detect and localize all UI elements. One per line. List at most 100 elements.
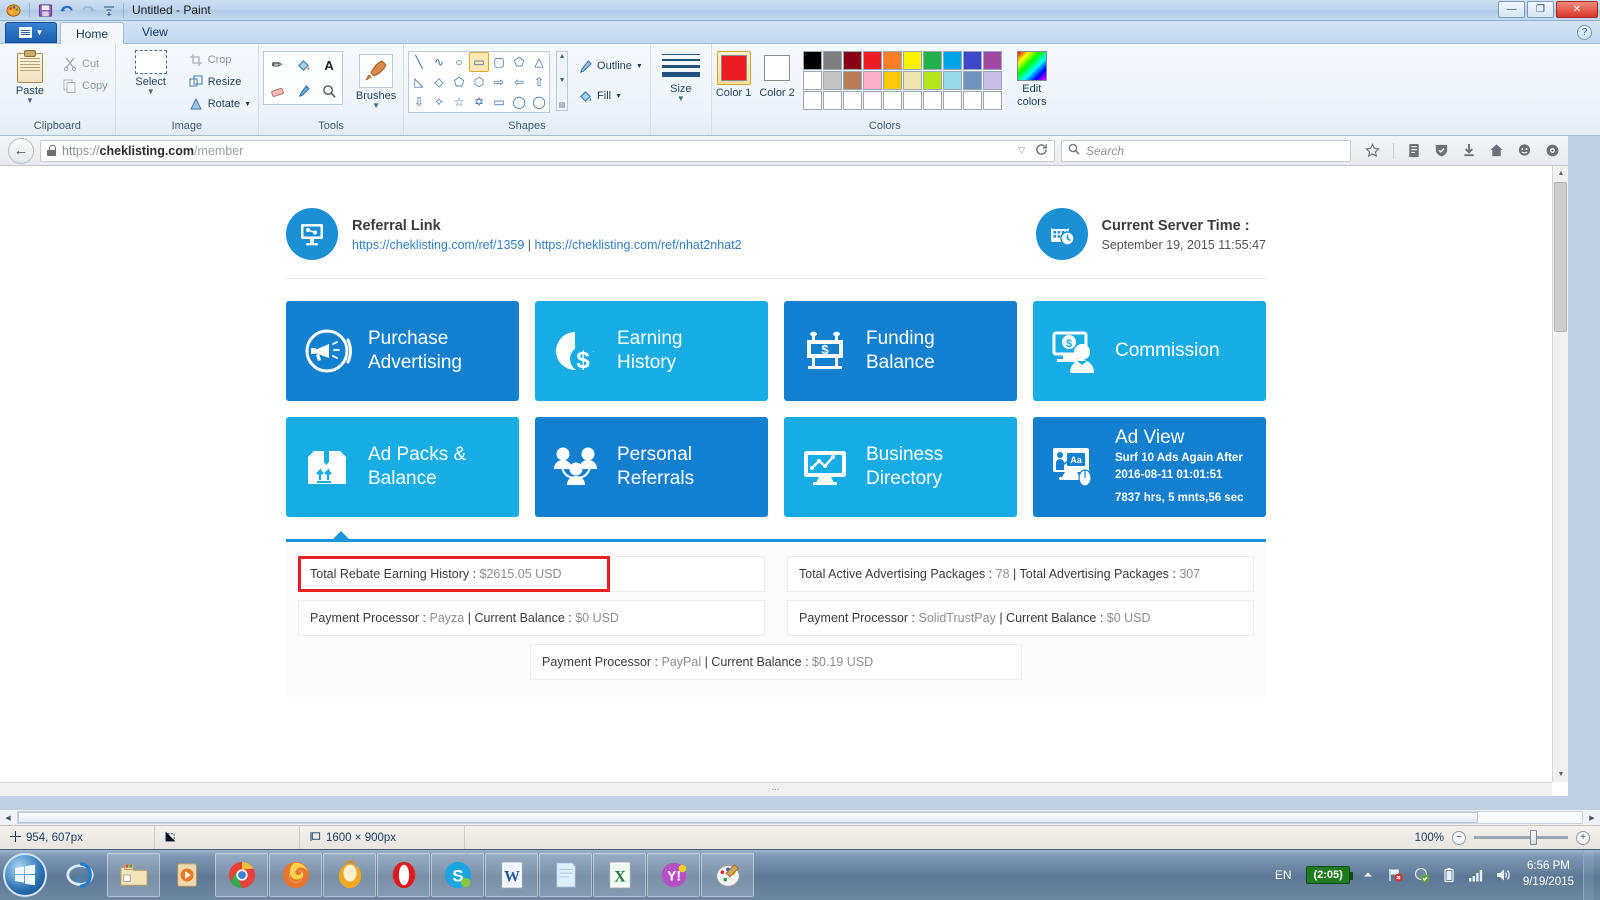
- tile-ad-view[interactable]: Aa Ad View: [1033, 417, 1266, 517]
- download-icon[interactable]: [1462, 143, 1476, 158]
- referral-link-2[interactable]: https://cheklisting.com/ref/nhat2nhat2: [535, 238, 742, 252]
- taskbar-yahoo-messenger-icon[interactable]: Y!: [647, 853, 700, 897]
- tile-purchase-advertising[interactable]: Purchase Advertising: [286, 301, 519, 401]
- palette-swatch[interactable]: [983, 91, 1002, 110]
- magnifier-icon[interactable]: [316, 78, 342, 104]
- shape-cloud-callout-icon[interactable]: ◯: [529, 92, 549, 112]
- save-icon[interactable]: [37, 2, 54, 18]
- chat-icon[interactable]: [1517, 143, 1532, 158]
- palette-swatch[interactable]: [943, 51, 962, 70]
- minimize-button[interactable]: —: [1498, 1, 1525, 18]
- customize-qat-icon[interactable]: [100, 2, 117, 18]
- tile-ad-packs-balance[interactable]: Ad Packs & Balance: [286, 417, 519, 517]
- battery-time-badge[interactable]: (2:05): [1306, 866, 1349, 884]
- taskbar-paint-icon[interactable]: [701, 853, 754, 897]
- shape-rounded-rect-icon[interactable]: ▢: [489, 52, 509, 72]
- back-button[interactable]: ←: [8, 138, 34, 164]
- canvas-horizontal-scrollbar[interactable]: ◀ ▶: [0, 809, 1600, 825]
- close-button[interactable]: ✕: [1556, 1, 1598, 18]
- taskbar-firefox-icon[interactable]: [269, 853, 322, 897]
- size-button[interactable]: Size ▼: [655, 47, 707, 102]
- shape-rectangle-icon[interactable]: ▭: [469, 52, 489, 72]
- zoom-slider-thumb[interactable]: [1530, 830, 1537, 845]
- vertical-scroll-thumb[interactable]: [1554, 182, 1567, 332]
- palette-swatch[interactable]: [863, 91, 882, 110]
- palette-swatch[interactable]: [883, 51, 902, 70]
- brushes-button[interactable]: Brushes ▼: [353, 51, 399, 109]
- taskbar-notepad-icon[interactable]: [539, 853, 592, 897]
- taskbar-maxthon-icon[interactable]: [323, 853, 376, 897]
- tile-earning-history[interactable]: $ Earning History: [535, 301, 768, 401]
- color-1-button[interactable]: Color 1: [716, 51, 751, 100]
- fill-button[interactable]: Fill ▼: [574, 85, 646, 107]
- address-bar[interactable]: https://cheklisting.com/member ▽: [40, 140, 1055, 162]
- start-orb-icon[interactable]: [3, 853, 47, 897]
- canvas-scroll-thumb[interactable]: [18, 812, 1478, 823]
- palette-swatch[interactable]: [923, 91, 942, 110]
- palette-swatch[interactable]: [903, 51, 922, 70]
- shape-six-point-star-icon[interactable]: ✡: [469, 92, 489, 112]
- canvas-scroll-track[interactable]: [17, 811, 1583, 824]
- crop-button[interactable]: Crop: [185, 49, 254, 71]
- select-button[interactable]: Select ▼: [120, 47, 182, 95]
- maximize-button[interactable]: ❐: [1527, 1, 1554, 18]
- palette-swatch[interactable]: [823, 51, 842, 70]
- palette-swatch[interactable]: [943, 91, 962, 110]
- referral-link-1[interactable]: https://cheklisting.com/ref/1359: [352, 238, 524, 252]
- outline-button[interactable]: Outline ▼: [574, 55, 646, 77]
- text-icon[interactable]: A: [316, 52, 342, 78]
- home-icon[interactable]: [1489, 143, 1504, 158]
- scroll-down-icon[interactable]: ▼: [1553, 767, 1569, 782]
- battery-icon[interactable]: [1440, 866, 1458, 884]
- palette-swatch[interactable]: [863, 71, 882, 90]
- palette-swatch[interactable]: [963, 51, 982, 70]
- shape-triangle-icon[interactable]: △: [529, 52, 549, 72]
- tile-commission[interactable]: $ Commission: [1033, 301, 1266, 401]
- taskbar-skype-icon[interactable]: S: [431, 853, 484, 897]
- resize-button[interactable]: Resize: [185, 71, 254, 93]
- shape-up-arrow-icon[interactable]: ⇧: [529, 72, 549, 92]
- palette-swatch[interactable]: [823, 71, 842, 90]
- palette-swatch[interactable]: [923, 71, 942, 90]
- scroll-up-icon[interactable]: ▲: [1553, 166, 1569, 181]
- edit-colors-button[interactable]: Edit colors: [1010, 51, 1054, 108]
- reader-icon[interactable]: [1407, 143, 1421, 158]
- show-hidden-icons-icon[interactable]: [1359, 866, 1377, 884]
- shape-five-point-star-icon[interactable]: ☆: [449, 92, 469, 112]
- cut-button[interactable]: Cut: [59, 53, 111, 75]
- signal-icon[interactable]: [1467, 866, 1485, 884]
- taskbar-internet-explorer-icon[interactable]: e: [53, 853, 106, 897]
- palette-swatch[interactable]: [843, 91, 862, 110]
- tile-personal-referrals[interactable]: Personal Referrals: [535, 417, 768, 517]
- shapes-scroll-up-icon[interactable]: ▲: [559, 53, 566, 60]
- shapes-gallery[interactable]: ╲ ∿ ○ ▭ ▢ ⬠ △ ◺ ◇ ⬠ ⬡ ⇨ ⇦ ⇧ ⇩ ✧ ☆: [408, 51, 550, 113]
- shape-right-triangle-icon[interactable]: ◺: [409, 72, 429, 92]
- rotate-button[interactable]: Rotate ▼: [185, 93, 254, 115]
- shape-four-point-star-icon[interactable]: ✧: [429, 92, 449, 112]
- taskbar-google-chrome-icon[interactable]: [215, 853, 268, 897]
- language-indicator[interactable]: EN: [1269, 868, 1298, 882]
- tab-view[interactable]: View: [127, 21, 183, 43]
- paint-canvas[interactable]: ← https://cheklisting.com/member ▽: [0, 136, 1600, 809]
- tile-funding-balance[interactable]: $ Funding Balance: [784, 301, 1017, 401]
- reload-icon[interactable]: [1035, 143, 1048, 159]
- paste-button[interactable]: Paste ▼: [4, 47, 56, 104]
- palette-swatch[interactable]: [983, 51, 1002, 70]
- dropdown-marker-icon[interactable]: ▽: [1018, 145, 1025, 156]
- shapes-expand-icon[interactable]: ▤: [559, 101, 566, 109]
- shield-icon[interactable]: [1434, 143, 1449, 158]
- shape-pentagon-icon[interactable]: ⬠: [449, 72, 469, 92]
- palette-swatch[interactable]: [843, 51, 862, 70]
- shape-hexagon-icon[interactable]: ⬡: [469, 72, 489, 92]
- palette-swatch[interactable]: [803, 51, 822, 70]
- shape-oval-icon[interactable]: ○: [449, 52, 469, 72]
- palette-swatch[interactable]: [923, 51, 942, 70]
- shape-right-arrow-icon[interactable]: ⇨: [489, 72, 509, 92]
- shape-polygon-icon[interactable]: ⬠: [509, 52, 529, 72]
- palette-swatch[interactable]: [883, 91, 902, 110]
- undo-icon[interactable]: [58, 2, 75, 18]
- paint-app-icon[interactable]: [5, 2, 22, 18]
- file-menu-button[interactable]: ▼: [5, 22, 57, 43]
- palette-swatch[interactable]: [883, 71, 902, 90]
- canvas-scroll-left-icon[interactable]: ◀: [0, 810, 16, 825]
